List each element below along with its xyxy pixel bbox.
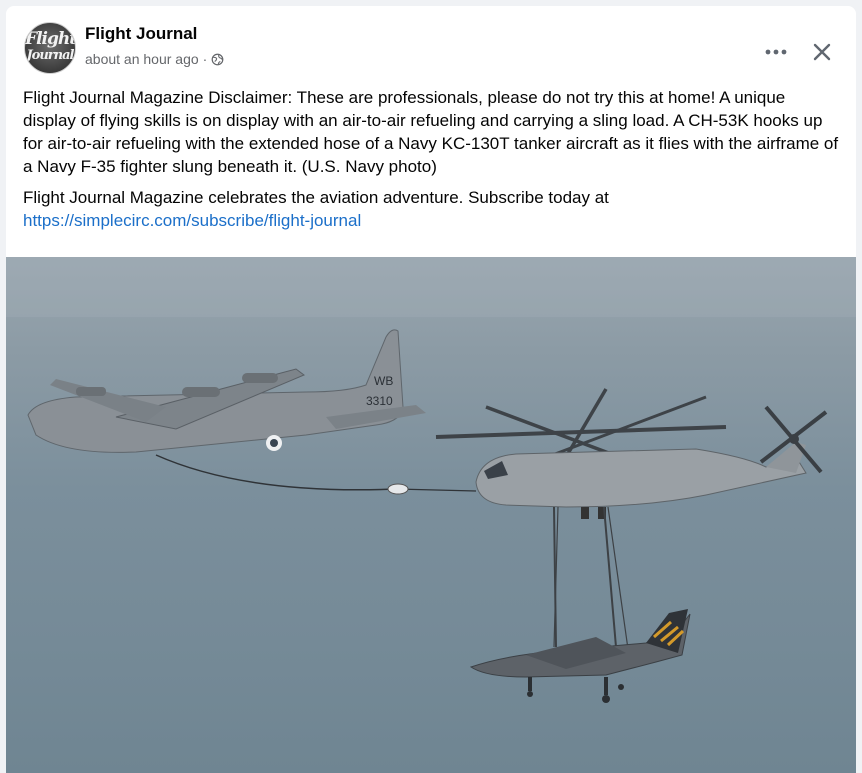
post-actions: [758, 34, 840, 70]
avatar-logo-line1: Flight: [25, 29, 76, 49]
close-button[interactable]: [804, 34, 840, 70]
tanker-aircraft: WB 3310: [27, 329, 477, 495]
close-icon: [813, 43, 831, 61]
post-card: Flight Journal Flight Journal about an h…: [6, 6, 856, 773]
tanker-tail-number: 3310: [366, 394, 393, 408]
post-paragraph-subscribe: Flight Journal Magazine celebrates the a…: [23, 186, 839, 232]
aircraft-photo-illustration: WB 3310: [6, 257, 856, 703]
page-avatar[interactable]: Flight Journal: [24, 22, 76, 74]
post-header: Flight Journal Flight Journal about an h…: [22, 20, 840, 74]
subscribe-text: Flight Journal Magazine celebrates the a…: [23, 188, 609, 207]
post-paragraph-disclaimer: Flight Journal Magazine Disclaimer: Thes…: [23, 88, 839, 176]
helicopter: [435, 388, 828, 650]
post-photo[interactable]: WB 3310: [6, 257, 856, 773]
f35-airframe: [469, 609, 691, 703]
meta-separator: ·: [202, 51, 208, 67]
more-horizontal-icon: [765, 49, 787, 55]
tanker-tail-code: WB: [374, 374, 393, 388]
globe-icon[interactable]: [211, 53, 224, 66]
more-options-button[interactable]: [758, 34, 794, 70]
post-body: Flight Journal Magazine Disclaimer: Thes…: [23, 86, 839, 240]
post-timestamp[interactable]: about an hour ago: [85, 51, 199, 67]
post-meta: about an hour ago ·: [85, 51, 224, 67]
avatar-logo-line2: Journal: [26, 48, 75, 63]
page-name-link[interactable]: Flight Journal: [85, 24, 197, 44]
subscribe-link[interactable]: https://simplecirc.com/subscribe/flight-…: [23, 211, 361, 230]
